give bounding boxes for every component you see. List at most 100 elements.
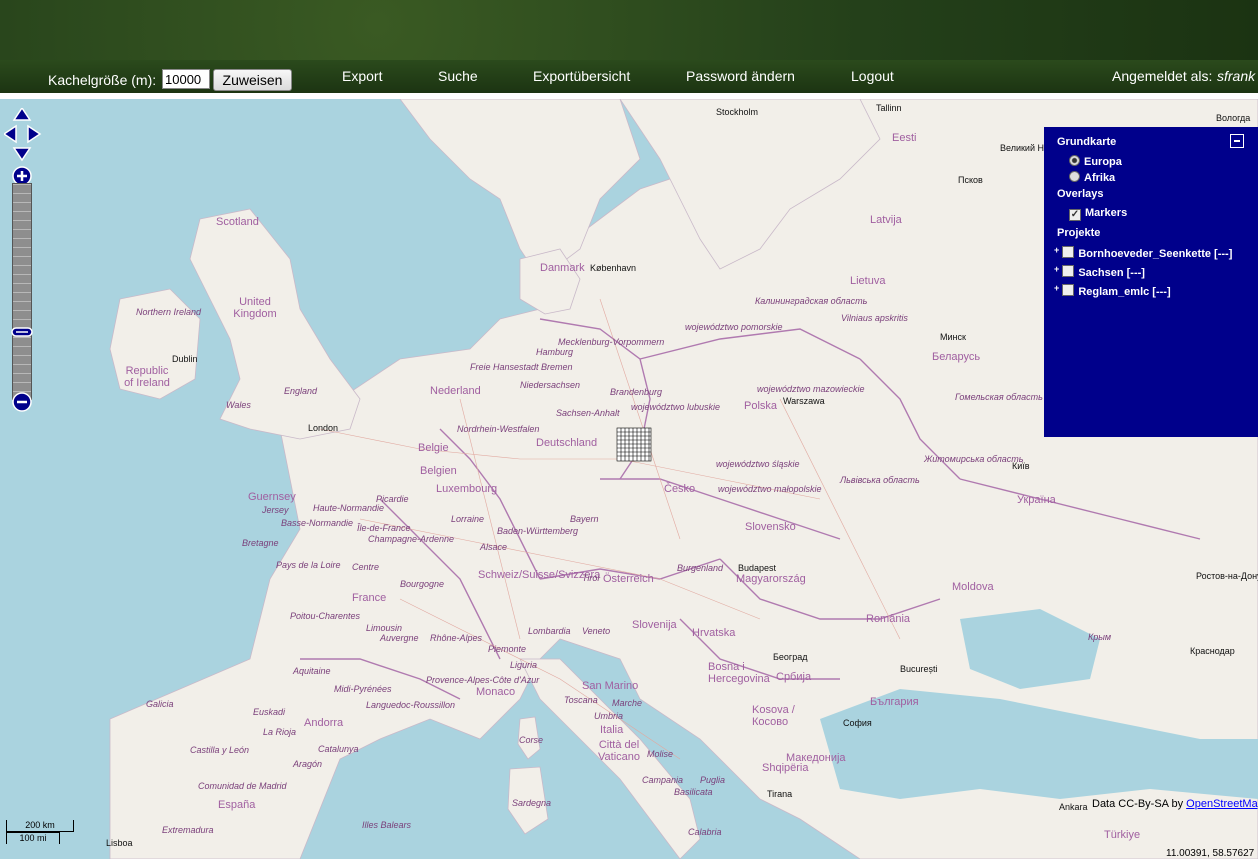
project-item-1[interactable]: + Bornhoeveder_Seenkette [---] (1054, 245, 1232, 260)
map-label-polska: Polska (744, 400, 778, 412)
menu-export[interactable]: Export (342, 68, 382, 84)
map-label-scotland: Scotland (216, 216, 259, 228)
base-layer-title: Grundkarte (1057, 136, 1117, 148)
checkbox-icon[interactable] (1062, 265, 1075, 277)
map-label-gomel: Гомельская область (955, 392, 1043, 402)
map-label-nederland: Nederland (430, 385, 481, 397)
map-label-jersey: Jersey (262, 505, 289, 515)
expand-icon[interactable]: + (1054, 283, 1059, 293)
map-label-umbria: Umbria (594, 711, 624, 721)
menu-export-overview[interactable]: Exportübersicht (533, 68, 630, 84)
tile-size-input[interactable] (162, 69, 210, 89)
map-label-champagne: Champagne-Ardenne (368, 534, 455, 544)
header-banner (0, 0, 1258, 60)
map-label-asturias: Galicia (146, 699, 174, 709)
zoom-out-icon[interactable] (12, 392, 32, 412)
map-label-zhytomyr: Житомирська область (924, 454, 1024, 464)
checkbox-icon[interactable] (1062, 246, 1075, 258)
checkbox-icon[interactable] (1062, 284, 1075, 296)
pan-up-icon[interactable] (12, 108, 32, 121)
map-label-eesti: Eesti (892, 132, 917, 144)
map-label-wales: Wales (226, 400, 251, 410)
menu-logout[interactable]: Logout (851, 68, 894, 84)
overlays-title: Overlays (1057, 188, 1104, 200)
map-label-ukraina: Україна (1017, 494, 1056, 506)
project-grid-marker[interactable] (616, 427, 652, 462)
project-item-3[interactable]: + Reglam_emlc [---] (1054, 283, 1171, 298)
map-label-tirol: Tirol (582, 573, 600, 583)
pan-down-icon[interactable] (12, 147, 32, 162)
map-label-paca: Provence-Alpes-Côte d'Azur (426, 675, 540, 685)
base-layer-afrika[interactable]: Afrika (1069, 171, 1115, 184)
map-label-lorraine: Lorraine (451, 514, 485, 524)
map-label-rhonealpes: Rhône-Alpes (430, 633, 483, 643)
map-label-bassenorm: Basse-Normandie (281, 518, 354, 528)
map-label-brandenburg: Brandenburg (610, 387, 663, 397)
map-label-castilla: Castilla y León (190, 745, 250, 755)
expand-icon[interactable]: + (1054, 245, 1059, 255)
menu-change-password[interactable]: Password ändern (686, 68, 795, 84)
map-label-aragon: Aragón (293, 759, 323, 769)
map-label-iledefrance: Île-de-France (357, 523, 411, 533)
overlay-markers[interactable]: ✓ Markers (1069, 207, 1127, 221)
map-label-lisboa: Lisboa (106, 838, 133, 848)
map-label-ankara: Ankara (1059, 802, 1088, 812)
map-label-paysdeloire: Pays de la Loire (276, 560, 341, 570)
map-label-srbija: Србија (776, 671, 812, 683)
map-label-tirana: Tirana (767, 789, 793, 799)
map-label-bosna: Bosna i Hercegovina (708, 661, 770, 685)
assign-button[interactable]: Zuweisen (213, 69, 292, 91)
map-label-hrvatska: Hrvatska (692, 627, 736, 639)
zoom-slider-track[interactable] (12, 183, 32, 400)
zoom-slider-handle[interactable] (11, 327, 33, 337)
map-label-andorra: Andorra (304, 717, 344, 729)
map-label-london: London (308, 423, 339, 433)
map-label-poitou: Poitou-Charentes (290, 611, 361, 621)
map-label-niedersachsen: Niedersachsen (520, 380, 581, 390)
map-label-monaco: Monaco (476, 686, 516, 698)
pan-right-icon[interactable] (27, 124, 42, 144)
map-label-bayern: Bayern (570, 514, 599, 524)
map-label-belgie: Belgie (418, 442, 449, 454)
minimize-icon[interactable] (1230, 134, 1244, 148)
map-label-bucuresti: București (900, 664, 938, 674)
checkbox-checked-icon[interactable]: ✓ (1069, 209, 1081, 221)
radio-selected-icon[interactable] (1069, 155, 1080, 166)
map-label-vaticana: Città del Vaticano (598, 739, 640, 763)
map-label-madrid: Comunidad de Madrid (198, 781, 287, 791)
map-label-kaliningrad: Калининградская область (755, 296, 868, 306)
menu-search[interactable]: Suche (438, 68, 478, 84)
project-item-2[interactable]: + Sachsen [---] (1054, 264, 1145, 279)
map-label-vologda: Вологда (1216, 113, 1251, 123)
map-label-pomorskie: województwo pomorskie (685, 322, 783, 332)
map-label-slovenija: Slovenija (632, 619, 677, 631)
map-label-slaskie: województwo śląskie (716, 459, 800, 469)
map-label-extremadura: Extremadura (162, 825, 214, 835)
expand-icon[interactable]: + (1054, 264, 1059, 274)
map-label-hamburg: Hamburg (536, 347, 574, 357)
map-label-illesbalears: Illes Balears (362, 820, 412, 830)
map-label-warszawa: Warszawa (783, 396, 825, 406)
map-label-sachsenanhalt: Sachsen-Anhalt (556, 408, 620, 418)
pan-left-icon[interactable] (4, 124, 17, 144)
map-label-osterreich: Österreich (603, 573, 654, 585)
map-label-beograd: Београд (773, 652, 808, 662)
radio-icon[interactable] (1069, 171, 1080, 182)
base-layer-europa[interactable]: Europa (1069, 155, 1122, 168)
map-label-stockholm: Stockholm (716, 107, 759, 117)
map-label-magyarorszag: Magyarország (736, 573, 806, 585)
map-attribution: Data CC-By-SA by OpenStreetMap (1092, 798, 1258, 810)
map-label-mazowieckie: województwo mazowieckie (757, 384, 865, 394)
scale-mi: 100 mi (6, 832, 60, 844)
map-label-tallinn: Tallinn (876, 103, 902, 113)
map-label-piemonte: Piemonte (488, 644, 527, 654)
map-label-lombardia: Lombardia (528, 626, 571, 636)
map-label-languedoc: Languedoc-Roussillon (366, 700, 456, 710)
map-label-badenw: Baden-Württemberg (497, 526, 579, 536)
map-label-shqiperia: Shqipëria (762, 762, 809, 774)
projects-title: Projekte (1057, 227, 1101, 239)
osm-link[interactable]: OpenStreetMap (1186, 798, 1258, 810)
map-label-euskadi: Euskadi (253, 707, 286, 717)
map-label-alsace: Alsace (480, 542, 508, 552)
map-label-italia: Italia (600, 724, 624, 736)
